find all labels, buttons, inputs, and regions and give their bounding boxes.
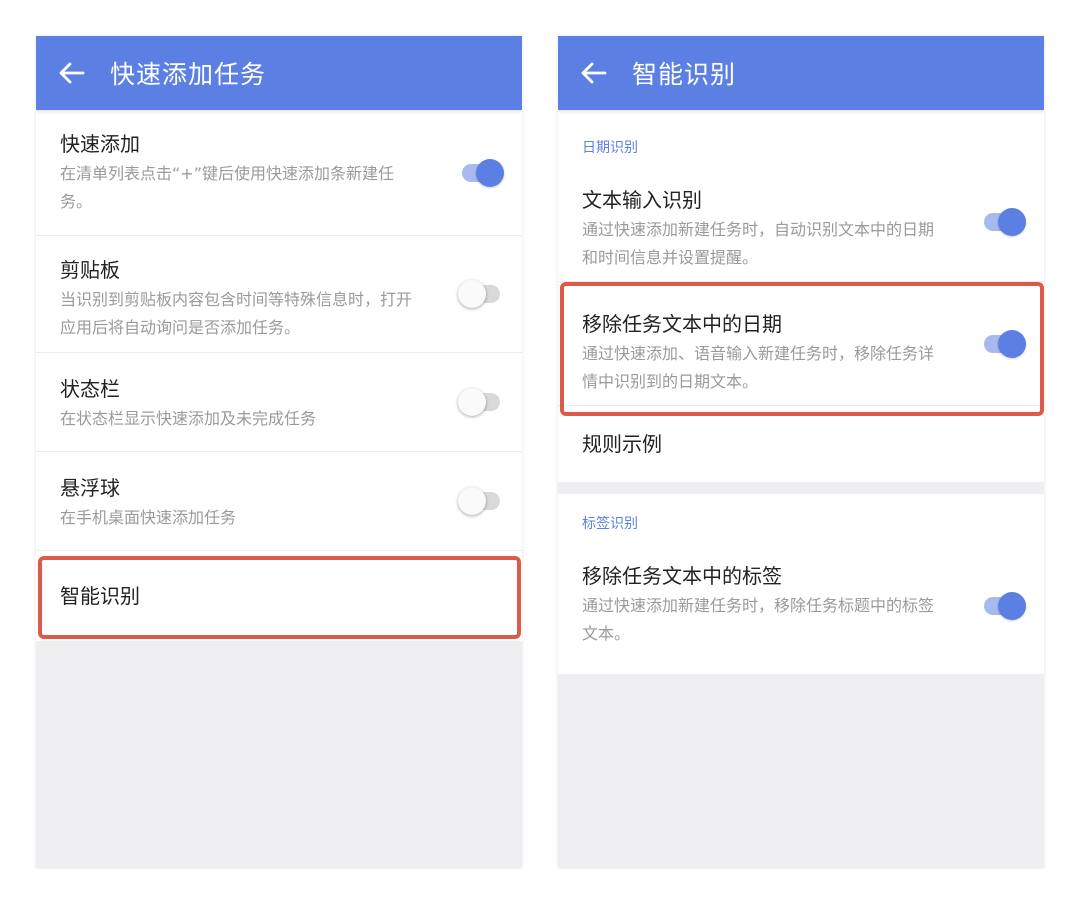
toggle-knob <box>458 487 486 515</box>
floating-ball-toggle[interactable] <box>458 487 500 515</box>
setting-text-input-recognition[interactable]: 文本输入识别 通过快速添加新建任务时，自动识别文本中的日期和时间信息并设置提醒。 <box>558 162 1044 282</box>
setting-smart-recognition[interactable]: 智能识别 <box>36 551 522 641</box>
setting-remove-date-from-text[interactable]: 移除任务文本中的日期 通过快速添加、语音输入新建任务时，移除任务详情中识别到的日… <box>558 282 1044 406</box>
app-bar: 智能识别 <box>558 36 1044 110</box>
setting-remove-tag-from-text[interactable]: 移除任务文本中的标签 通过快速添加新建任务时，移除任务标题中的标签文本。 <box>558 538 1044 674</box>
quick-add-toggle[interactable] <box>462 158 504 187</box>
setting-description: 当识别到剪贴板内容包含时间等特殊信息时，打开应用后将自动询问是否添加任务。 <box>60 290 413 337</box>
setting-clipboard[interactable]: 剪贴板 当识别到剪贴板内容包含时间等特殊信息时，打开应用后将自动询问是否添加任务… <box>36 236 522 353</box>
date-recognition-section: 日期识别 文本输入识别 通过快速添加新建任务时，自动识别文本中的日期和时间信息并… <box>558 110 1044 482</box>
text-input-recognition-toggle[interactable] <box>984 207 1026 236</box>
back-button[interactable] <box>578 57 610 89</box>
setting-title: 快速添加 <box>60 132 140 156</box>
tag-recognition-section: 标签识别 移除任务文本中的标签 通过快速添加新建任务时，移除任务标题中的标签文本… <box>558 494 1044 674</box>
setting-status-bar[interactable]: 状态栏 在状态栏显示快速添加及未完成任务 <box>36 353 522 452</box>
setting-description: 通过快速添加、语音输入新建任务时，移除任务详情中识别到的日期文本。 <box>582 344 935 391</box>
toggle-knob <box>458 280 486 308</box>
setting-description: 通过快速添加新建任务时，自动识别文本中的日期和时间信息并设置提醒。 <box>582 220 935 267</box>
setting-title: 移除任务文本中的日期 <box>582 312 782 336</box>
section-header-date: 日期识别 <box>582 140 638 156</box>
screen-smart-recognition: 智能识别 日期识别 文本输入识别 通过快速添加新建任务时，自动识别文本中的日期和… <box>558 36 1044 868</box>
screen-quick-add-settings: 快速添加任务 快速添加 在清单列表点击“+”键后使用快速添加条新建任务。 剪贴板… <box>36 36 522 868</box>
app-bar: 快速添加任务 <box>36 36 522 110</box>
remove-tag-toggle[interactable] <box>984 592 1026 620</box>
arrow-left-icon <box>581 62 607 84</box>
toggle-knob <box>476 158 504 187</box>
setting-title: 移除任务文本中的标签 <box>582 564 782 588</box>
section-header-tag: 标签识别 <box>582 516 638 532</box>
page-title: 快速添加任务 <box>110 60 267 89</box>
setting-description: 在清单列表点击“+”键后使用快速添加条新建任务。 <box>60 164 394 211</box>
toggle-knob <box>998 329 1026 358</box>
setting-title: 悬浮球 <box>60 476 120 500</box>
toggle-knob <box>998 207 1026 236</box>
setting-quick-add[interactable]: 快速添加 在清单列表点击“+”键后使用快速添加条新建任务。 <box>36 110 522 236</box>
toggle-knob <box>998 592 1026 620</box>
section-divider <box>558 482 1044 494</box>
setting-title: 规则示例 <box>582 432 662 456</box>
arrow-left-icon <box>59 62 85 84</box>
setting-rule-examples[interactable]: 规则示例 <box>558 406 1044 482</box>
setting-description: 在手机桌面快速添加任务 <box>60 508 237 527</box>
setting-title: 智能识别 <box>60 584 140 608</box>
setting-title: 状态栏 <box>60 377 120 401</box>
page-title: 智能识别 <box>632 60 737 89</box>
clipboard-toggle[interactable] <box>458 280 500 308</box>
remove-date-toggle[interactable] <box>984 329 1026 358</box>
settings-list: 快速添加 在清单列表点击“+”键后使用快速添加条新建任务。 剪贴板 当识别到剪贴… <box>36 110 522 641</box>
setting-title: 文本输入识别 <box>582 188 702 212</box>
status-bar-toggle[interactable] <box>458 388 500 416</box>
toggle-knob <box>458 388 486 416</box>
setting-description: 通过快速添加新建任务时，移除任务标题中的标签文本。 <box>582 596 935 643</box>
setting-floating-ball[interactable]: 悬浮球 在手机桌面快速添加任务 <box>36 452 522 551</box>
setting-title: 剪贴板 <box>60 258 120 282</box>
back-button[interactable] <box>56 57 88 89</box>
setting-description: 在状态栏显示快速添加及未完成任务 <box>60 409 317 428</box>
